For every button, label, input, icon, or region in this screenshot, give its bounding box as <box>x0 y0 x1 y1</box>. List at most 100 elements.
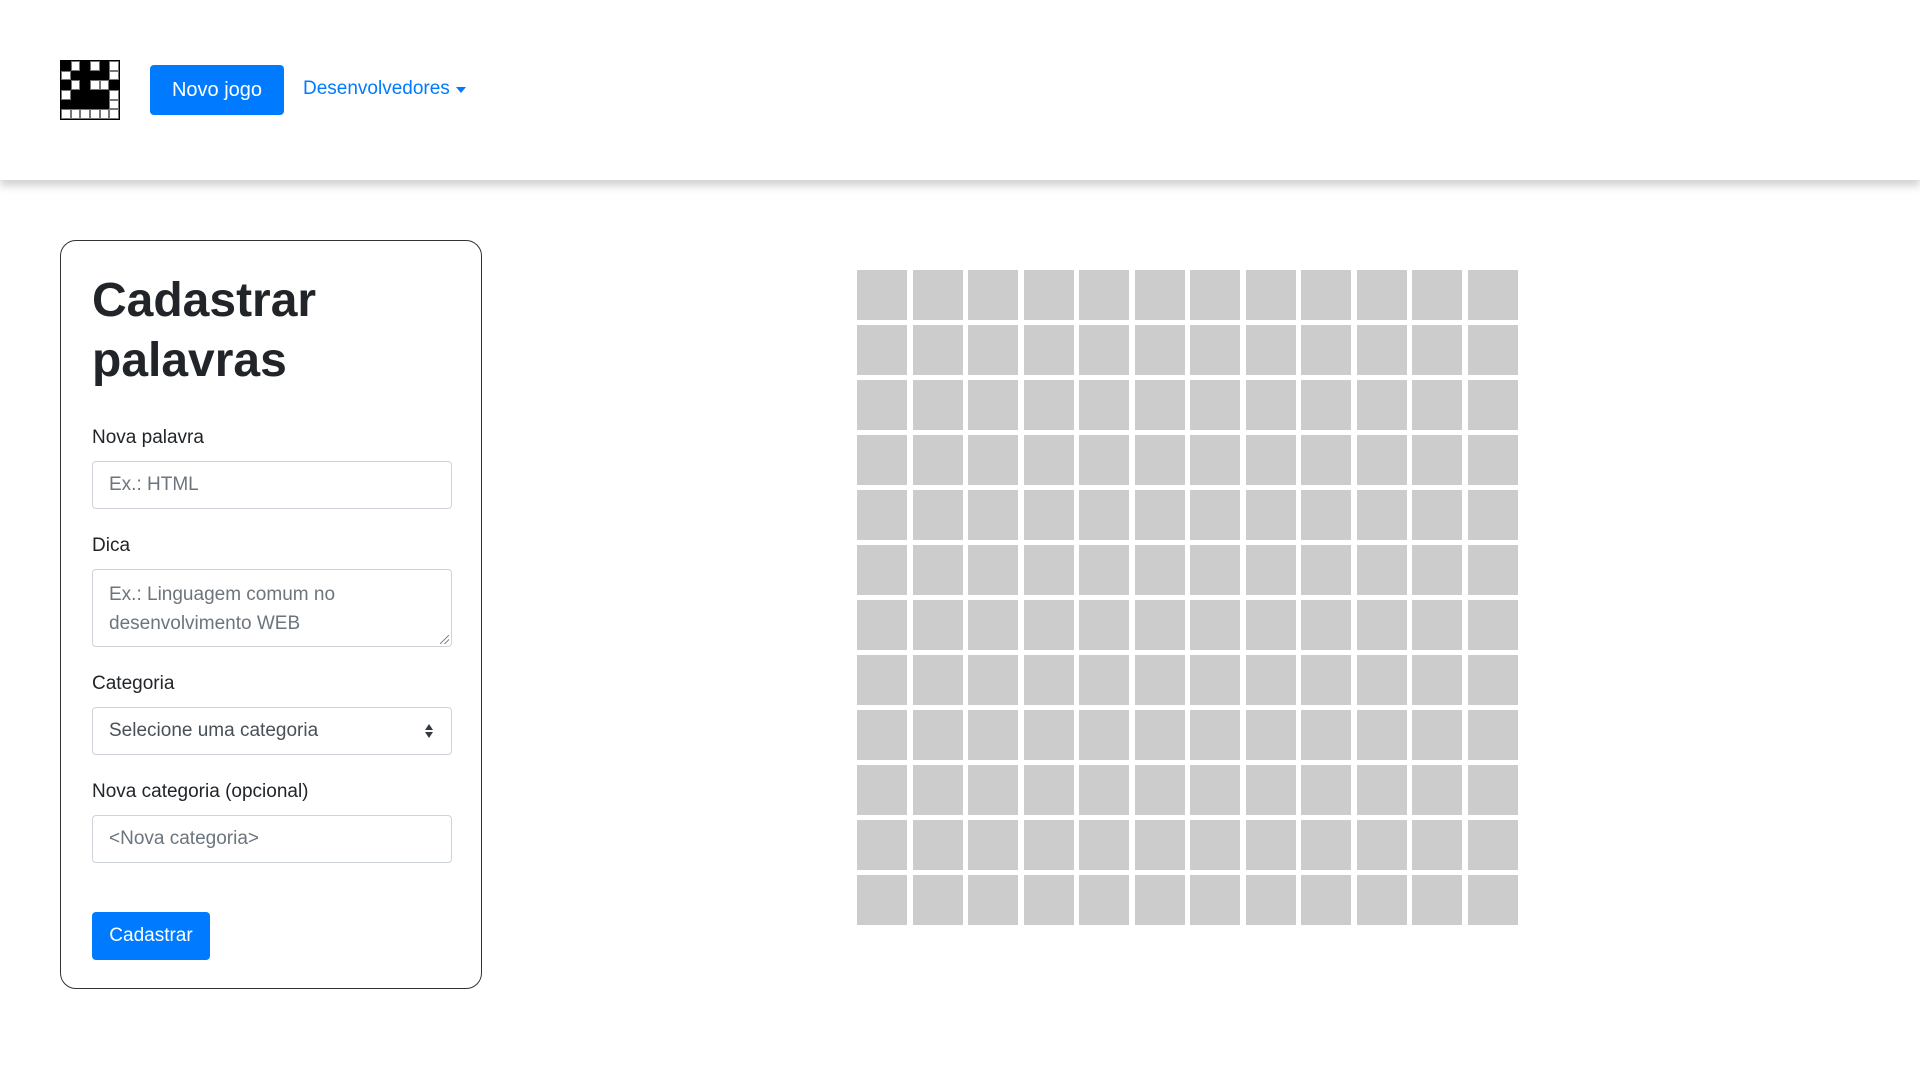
board-cell[interactable] <box>1467 820 1518 870</box>
board-cell[interactable] <box>1190 490 1240 540</box>
board-cell[interactable] <box>857 270 907 320</box>
board-cell[interactable] <box>968 655 1018 705</box>
board-cell[interactable] <box>1245 875 1296 925</box>
board-cell[interactable] <box>1301 490 1351 540</box>
board-cell[interactable] <box>1190 875 1240 925</box>
board-cell[interactable] <box>1134 380 1185 430</box>
board-cell[interactable] <box>1134 270 1185 320</box>
board-cell[interactable] <box>968 710 1018 760</box>
board-cell[interactable] <box>1467 545 1518 595</box>
board-cell[interactable] <box>1412 765 1462 815</box>
board-cell[interactable] <box>1412 820 1462 870</box>
board-cell[interactable] <box>1190 325 1240 375</box>
board-cell[interactable] <box>1356 710 1407 760</box>
board-cell[interactable] <box>1079 765 1129 815</box>
board-cell[interactable] <box>912 435 963 485</box>
board-cell[interactable] <box>857 435 907 485</box>
board-cell[interactable] <box>1245 545 1296 595</box>
board-cell[interactable] <box>1412 600 1462 650</box>
board-cell[interactable] <box>1079 875 1129 925</box>
board-cell[interactable] <box>968 490 1018 540</box>
board-cell[interactable] <box>1023 655 1074 705</box>
board-cell[interactable] <box>1356 325 1407 375</box>
board-cell[interactable] <box>1190 710 1240 760</box>
board-cell[interactable] <box>1245 325 1296 375</box>
board-cell[interactable] <box>1301 655 1351 705</box>
board-cell[interactable] <box>1412 270 1462 320</box>
hint-textarea[interactable]: Ex.: Linguagem comum no desenvolvimento … <box>92 569 452 647</box>
board-cell[interactable] <box>1467 435 1518 485</box>
board-cell[interactable] <box>857 765 907 815</box>
board-cell[interactable] <box>857 545 907 595</box>
board-cell[interactable] <box>1467 380 1518 430</box>
board-cell[interactable] <box>1134 875 1185 925</box>
board-cell[interactable] <box>1301 270 1351 320</box>
board-cell[interactable] <box>1023 325 1074 375</box>
board-cell[interactable] <box>1412 380 1462 430</box>
board-cell[interactable] <box>857 875 907 925</box>
board-cell[interactable] <box>1412 545 1462 595</box>
board-cell[interactable] <box>1467 765 1518 815</box>
board-cell[interactable] <box>1467 490 1518 540</box>
board-cell[interactable] <box>1190 270 1240 320</box>
board-cell[interactable] <box>1023 380 1074 430</box>
board-cell[interactable] <box>1245 380 1296 430</box>
board-cell[interactable] <box>1356 820 1407 870</box>
board-cell[interactable] <box>1467 875 1518 925</box>
board-cell[interactable] <box>1134 325 1185 375</box>
board-cell[interactable] <box>912 875 963 925</box>
board-cell[interactable] <box>1134 655 1185 705</box>
board-cell[interactable] <box>857 325 907 375</box>
board-cell[interactable] <box>968 875 1018 925</box>
board-cell[interactable] <box>1412 490 1462 540</box>
board-cell[interactable] <box>1301 600 1351 650</box>
board-cell[interactable] <box>912 710 963 760</box>
board-cell[interactable] <box>1079 270 1129 320</box>
board-cell[interactable] <box>1412 325 1462 375</box>
board-cell[interactable] <box>1467 710 1518 760</box>
board-cell[interactable] <box>1079 490 1129 540</box>
board-cell[interactable] <box>968 545 1018 595</box>
board-cell[interactable] <box>1134 435 1185 485</box>
board-cell[interactable] <box>1190 545 1240 595</box>
board-cell[interactable] <box>1301 435 1351 485</box>
board-cell[interactable] <box>1356 435 1407 485</box>
board-cell[interactable] <box>968 600 1018 650</box>
board-cell[interactable] <box>1023 765 1074 815</box>
board-cell[interactable] <box>1134 545 1185 595</box>
board-cell[interactable] <box>1301 820 1351 870</box>
developers-dropdown[interactable]: Desenvolvedores <box>303 78 466 100</box>
board-cell[interactable] <box>1079 380 1129 430</box>
board-cell[interactable] <box>912 765 963 815</box>
board-cell[interactable] <box>857 600 907 650</box>
board-cell[interactable] <box>968 325 1018 375</box>
new-word-input[interactable]: Ex.: HTML <box>92 461 452 509</box>
board-cell[interactable] <box>1356 655 1407 705</box>
board-cell[interactable] <box>1134 600 1185 650</box>
board-cell[interactable] <box>1023 710 1074 760</box>
board-cell[interactable] <box>1412 875 1462 925</box>
board-cell[interactable] <box>1190 435 1240 485</box>
board-cell[interactable] <box>1245 270 1296 320</box>
board-cell[interactable] <box>912 490 963 540</box>
board-cell[interactable] <box>1134 490 1185 540</box>
board-cell[interactable] <box>1079 600 1129 650</box>
board-cell[interactable] <box>1245 710 1296 760</box>
board-cell[interactable] <box>1301 710 1351 760</box>
board-cell[interactable] <box>1134 710 1185 760</box>
board-cell[interactable] <box>1412 655 1462 705</box>
board-cell[interactable] <box>1190 655 1240 705</box>
board-cell[interactable] <box>1245 820 1296 870</box>
board-cell[interactable] <box>912 545 963 595</box>
board-cell[interactable] <box>912 655 963 705</box>
board-cell[interactable] <box>1245 765 1296 815</box>
board-cell[interactable] <box>1190 380 1240 430</box>
board-cell[interactable] <box>1356 490 1407 540</box>
board-cell[interactable] <box>1301 545 1351 595</box>
board-cell[interactable] <box>912 325 963 375</box>
board-cell[interactable] <box>1356 380 1407 430</box>
submit-button[interactable]: Cadastrar <box>92 912 210 960</box>
board-cell[interactable] <box>857 710 907 760</box>
board-cell[interactable] <box>1301 325 1351 375</box>
board-cell[interactable] <box>1079 435 1129 485</box>
